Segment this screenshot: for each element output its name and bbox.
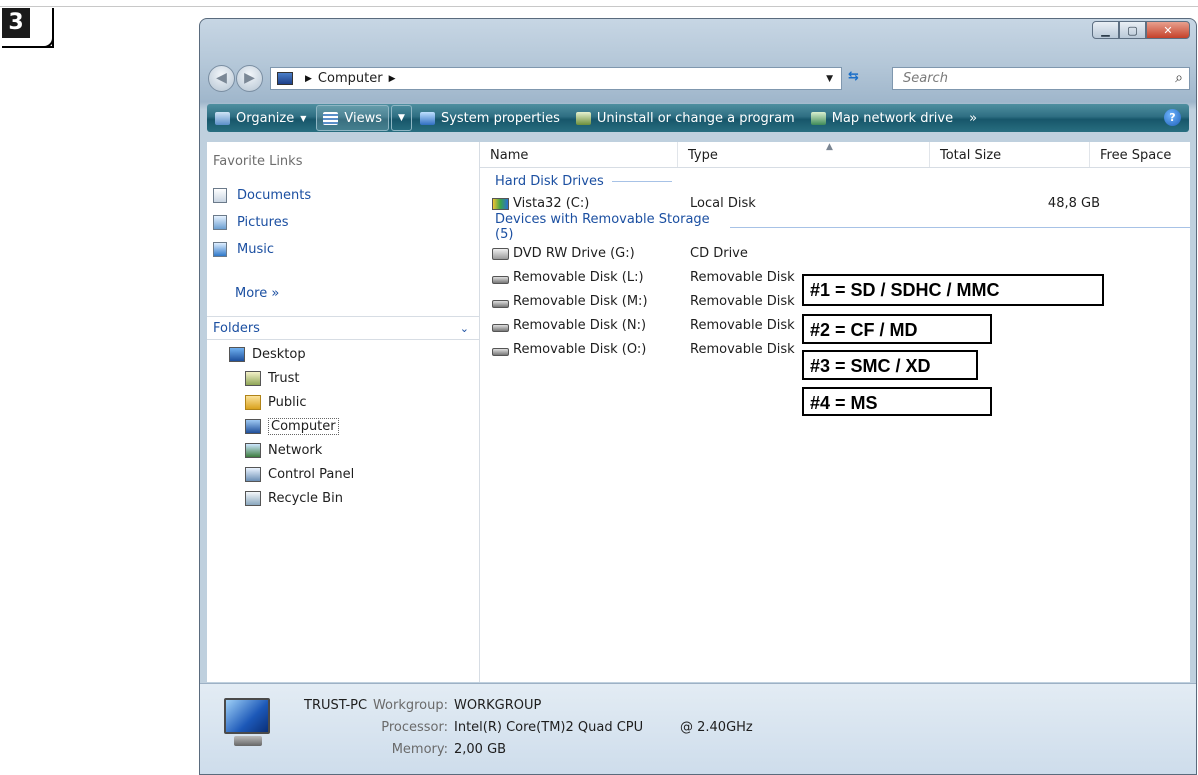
step-number: 3	[2, 8, 30, 38]
address-dropdown-icon[interactable]: ▼	[826, 74, 833, 84]
workgroup-value: WORKGROUP	[454, 698, 542, 713]
computer-name: TRUST-PC	[304, 698, 368, 713]
navigation-pane: Favorite Links Documents Pictures Music …	[207, 142, 480, 682]
group-hard-disk-drives[interactable]: Hard Disk Drives	[480, 171, 672, 191]
callout-slot-3: #3 = SMC / XD	[802, 350, 978, 380]
search-placeholder: Search	[903, 71, 948, 86]
memory-value: 2,00 GB	[454, 742, 507, 757]
processor-label: Processor:	[381, 720, 448, 735]
removable-disk-icon	[492, 300, 509, 308]
breadcrumb-arrow-icon[interactable]: ▶	[389, 74, 396, 84]
memory-label: Memory:	[391, 742, 448, 757]
folders-heading: Folders	[213, 321, 260, 336]
command-bar: Organize ▼ Views ▼ System properties Uni…	[207, 104, 1189, 132]
explorer-window: ▁ ▢ ✕ ◀ ▶ ▶ Computer ▶ ▼ ⇆ Search ⌕ Orga…	[199, 18, 1197, 775]
recycle-bin-icon	[245, 490, 261, 506]
search-icon[interactable]: ⌕	[1175, 70, 1183, 86]
pictures-icon	[213, 215, 227, 230]
back-button[interactable]: ◀	[208, 65, 235, 92]
desktop-icon	[229, 346, 245, 362]
uninstall-program-button[interactable]: Uninstall or change a program	[568, 106, 803, 130]
computer-icon	[245, 418, 261, 434]
favorite-links-heading: Favorite Links	[213, 154, 303, 169]
maximize-button[interactable]: ▢	[1119, 21, 1146, 39]
uninstall-label: Uninstall or change a program	[596, 110, 795, 126]
processor-speed: @ 2.40GHz	[680, 720, 753, 735]
views-dropdown-button[interactable]: ▼	[391, 105, 412, 131]
network-drive-icon	[810, 111, 826, 125]
favorite-link-music[interactable]: Music	[213, 236, 311, 263]
organize-icon	[215, 111, 230, 125]
details-pane: TRUST-PC Workgroup: WORKGROUP Processor:…	[200, 683, 1196, 774]
network-icon	[245, 442, 261, 458]
chevron-down-icon[interactable]: ⌄	[460, 317, 469, 341]
map-network-drive-label: Map network drive	[831, 110, 954, 126]
tree-item-trust[interactable]: Trust	[245, 366, 354, 390]
removable-disk-icon	[492, 276, 509, 284]
search-input[interactable]: Search ⌕	[892, 67, 1190, 90]
window-controls: ▁ ▢ ✕	[1092, 21, 1190, 39]
address-bar: ◀ ▶ ▶ Computer ▶ ▼ ⇆ Search ⌕	[208, 65, 1190, 93]
system-properties-icon	[419, 111, 435, 125]
folder-tree: Desktop Trust Public Computer Network Co…	[229, 342, 354, 510]
file-list: Name Type ▲ Total Size Free Space Hard D…	[480, 142, 1190, 701]
removable-disk-icon	[492, 324, 509, 332]
help-icon[interactable]: ?	[1164, 109, 1181, 126]
step-badge: 3	[2, 8, 54, 48]
close-button[interactable]: ✕	[1146, 21, 1190, 39]
removable-disk-icon	[492, 348, 509, 356]
system-properties-label: System properties	[440, 110, 560, 126]
callout-slot-2: #2 = CF / MD	[802, 314, 992, 344]
breadcrumb-computer[interactable]: Computer	[318, 71, 383, 86]
favorite-link-pictures[interactable]: Pictures	[213, 209, 311, 236]
music-icon	[213, 242, 227, 257]
column-header-type[interactable]: Type	[678, 142, 930, 167]
callout-slot-1: #1 = SD / SDHC / MMC	[802, 274, 1104, 306]
tree-item-control-panel[interactable]: Control Panel	[245, 462, 354, 486]
favorite-links: Documents Pictures Music	[213, 182, 311, 263]
callout-slot-4: #4 = MS	[802, 387, 992, 416]
favorite-link-documents[interactable]: Documents	[213, 182, 311, 209]
more-links[interactable]: More »	[235, 286, 279, 301]
tree-item-network[interactable]: Network	[245, 438, 354, 462]
views-button[interactable]: Views	[316, 105, 390, 131]
user-folder-icon	[245, 370, 261, 386]
hard-disk-icon	[492, 198, 509, 210]
sort-arrow-icon: ▲	[826, 142, 833, 152]
system-properties-button[interactable]: System properties	[412, 106, 568, 130]
uninstall-icon	[575, 111, 591, 125]
column-header-total-size[interactable]: Total Size	[930, 142, 1090, 167]
folder-icon	[245, 394, 261, 410]
column-header-free-space[interactable]: Free Space	[1090, 142, 1190, 167]
computer-icon	[277, 72, 293, 85]
computer-icon	[216, 696, 278, 754]
toolbar-overflow-button[interactable]: »	[961, 106, 985, 130]
views-label: Views	[344, 110, 383, 126]
breadcrumb-arrow-icon[interactable]: ▶	[305, 74, 312, 84]
tree-item-desktop[interactable]: Desktop	[229, 342, 354, 366]
column-header-row: Name Type ▲ Total Size Free Space	[480, 142, 1190, 168]
map-network-drive-button[interactable]: Map network drive	[803, 106, 961, 130]
page-top-rule	[0, 6, 1198, 7]
processor-value: Intel(R) Core(TM)2 Quad CPU	[454, 720, 644, 735]
tree-item-recycle-bin[interactable]: Recycle Bin	[245, 486, 354, 510]
organize-label: Organize	[236, 110, 295, 126]
address-field[interactable]: ▶ Computer ▶ ▼	[270, 67, 842, 90]
tree-item-public[interactable]: Public	[245, 390, 354, 414]
tree-item-computer[interactable]: Computer	[245, 414, 354, 438]
documents-icon	[213, 188, 227, 203]
views-icon	[323, 111, 339, 125]
control-panel-icon	[245, 466, 261, 482]
minimize-button[interactable]: ▁	[1092, 21, 1119, 39]
dvd-drive-icon	[492, 248, 509, 260]
folders-header[interactable]: Folders ⌄	[207, 316, 479, 340]
organize-button[interactable]: Organize ▼	[207, 106, 314, 130]
chevron-down-icon: ▼	[300, 113, 307, 123]
column-header-name[interactable]: Name	[480, 142, 678, 167]
forward-button[interactable]: ▶	[236, 65, 263, 92]
list-item-drive-g[interactable]: DVD RW Drive (G:) CD Drive	[480, 243, 1190, 267]
refresh-icon[interactable]: ⇆	[848, 69, 859, 84]
workgroup-label: Workgroup:	[372, 698, 448, 713]
group-removable-storage[interactable]: Devices with Removable Storage (5)	[480, 212, 1190, 242]
